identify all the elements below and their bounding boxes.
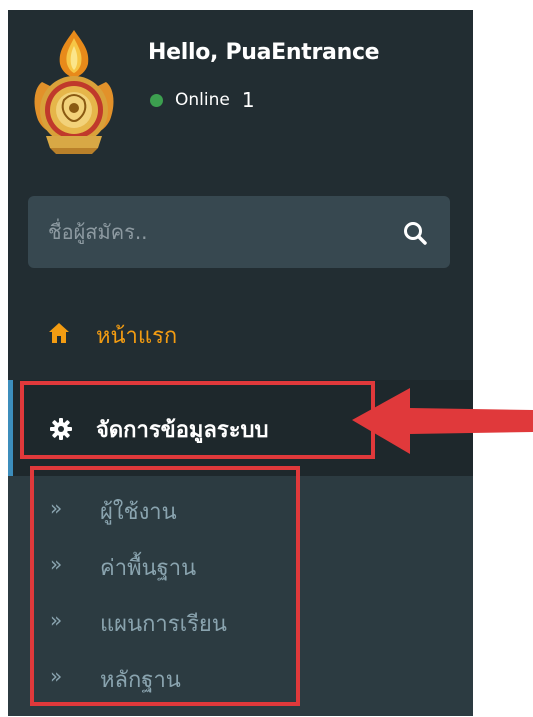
menu-item-home-label: หน้าแรก — [96, 324, 178, 349]
active-indicator — [8, 380, 13, 476]
status-label: Online — [175, 90, 230, 110]
menu-item-home[interactable]: หน้าแรก — [8, 310, 473, 358]
annotation-highlight-active-menu — [20, 381, 375, 459]
user-greeting: Hello, PuaEntrance — [148, 40, 380, 65]
search-form — [28, 196, 450, 268]
search-icon[interactable] — [402, 220, 428, 246]
annotation-arrow-icon — [352, 388, 533, 454]
screenshot-canvas: Hello, PuaEntrance Online 1 หน้าแรก — [0, 0, 533, 717]
school-logo — [34, 30, 114, 154]
online-count: 1 — [241, 88, 255, 112]
user-status: Online 1 — [150, 88, 255, 112]
search-input[interactable] — [28, 196, 388, 268]
annotation-highlight-submenu — [30, 466, 300, 706]
home-icon — [49, 323, 69, 343]
online-status-dot-icon — [150, 93, 163, 107]
